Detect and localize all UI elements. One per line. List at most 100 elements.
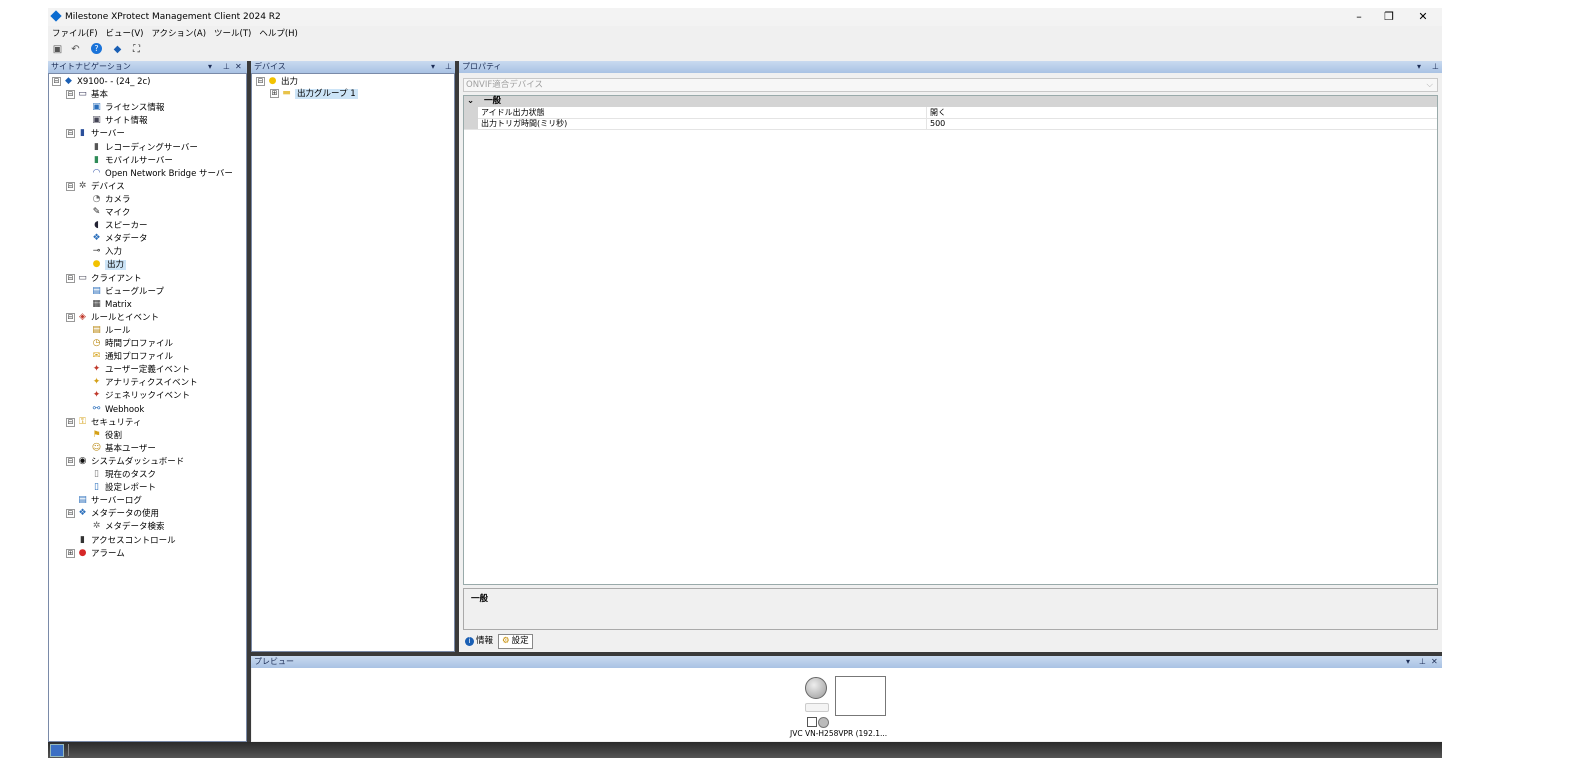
- tree-item[interactable]: ⊟ ▭ 基本: [66, 89, 108, 102]
- tree-item[interactable]: ◔ カメラ: [91, 194, 131, 207]
- pane-pin-icon[interactable]: ⊥: [223, 61, 230, 73]
- tree-item[interactable]: ⊟ ⚿ セキュリティ: [66, 417, 142, 430]
- tree-item[interactable]: ⚯ Webhook: [91, 404, 145, 417]
- folder-icon: ▬: [282, 88, 291, 98]
- tree-item[interactable]: ▦ Matrix: [91, 299, 132, 312]
- tree-item[interactable]: ✦ ジェネリックイベント: [91, 390, 190, 403]
- collapse-icon[interactable]: ⊟: [66, 129, 75, 139]
- tree-item[interactable]: ▣ サイト情報: [91, 115, 147, 128]
- client-icon: ▭: [78, 272, 87, 283]
- tree-item[interactable]: ⊟ ◉ システムダッシュボード: [66, 456, 184, 469]
- tree-item[interactable]: ⊟ ▭ クライアント: [66, 273, 142, 286]
- find-icon[interactable]: ⛶: [130, 43, 143, 56]
- preview-thumbnail[interactable]: [835, 676, 886, 716]
- restore-button[interactable]: ❐: [1374, 10, 1404, 24]
- save-icon[interactable]: ▣: [51, 43, 64, 56]
- collapse-icon[interactable]: ⊟: [52, 77, 61, 86]
- row-gutter: [464, 107, 478, 118]
- tree-item-label: 入力: [105, 247, 123, 258]
- menu-action[interactable]: アクション(A): [147, 27, 210, 41]
- tree-item[interactable]: ▯ 設定レポート: [91, 482, 156, 495]
- tree-item[interactable]: ▯ 現在のタスク: [91, 469, 156, 482]
- tree-item[interactable]: ⚑ 役割: [91, 430, 122, 443]
- tree-item[interactable]: ✎ マイク: [91, 207, 131, 220]
- preview-device-label: JVC VN-H258VPR (192.1...: [790, 729, 888, 738]
- tree-item[interactable]: ▮ レコーディングサーバー: [91, 142, 198, 155]
- pane-dropdown-icon[interactable]: ▾: [1406, 656, 1410, 668]
- device-type-combo[interactable]: ONVIF適合デバイス ⌵: [463, 78, 1438, 92]
- close-window-button[interactable]: ✕: [1408, 10, 1438, 24]
- minimize-button[interactable]: –: [1344, 10, 1374, 24]
- output-indicator-icon[interactable]: [805, 677, 827, 699]
- tree-item[interactable]: ▮ アクセスコントロール: [77, 535, 176, 548]
- tree-item[interactable]: ⊟ ❖ メタデータの使用: [66, 508, 159, 521]
- pane-pin-icon[interactable]: ⊥: [1419, 656, 1426, 668]
- collapse-icon[interactable]: ⊟: [66, 456, 75, 466]
- help-icon[interactable]: ?: [91, 43, 102, 54]
- tab-settings[interactable]: ⚙ 設定: [498, 634, 533, 649]
- tree-item[interactable]: ✦ アナリティクスイベント: [91, 377, 198, 390]
- recording-server-icon: ▮: [94, 141, 99, 152]
- expand-icon[interactable]: ⊞: [270, 89, 279, 98]
- category-row[interactable]: ⌄ 一般: [464, 96, 1437, 107]
- tree-item-label: Matrix: [105, 299, 132, 310]
- taskbar-app-icon[interactable]: [50, 744, 64, 757]
- property-row[interactable]: 出力トリガ時間(ミリ秒) 500: [464, 118, 1437, 130]
- tab-info[interactable]: i 情報: [462, 635, 496, 648]
- tree-item[interactable]: ✉ 通知プロファイル: [91, 351, 173, 364]
- output-trigger-button[interactable]: [805, 703, 829, 712]
- collapse-icon[interactable]: ⊟: [66, 417, 75, 427]
- microphone-icon: ✎: [92, 207, 101, 217]
- tree-item[interactable]: ⊞ ▬ 出力グループ 1: [270, 88, 358, 101]
- view-group-icon: ▤: [92, 285, 101, 296]
- undo-icon[interactable]: ↶: [69, 43, 82, 56]
- pane-close-icon[interactable]: ✕: [235, 61, 242, 73]
- tree-item[interactable]: ● 出力: [91, 259, 127, 272]
- tree-item[interactable]: ⊟ ▮ サーバー: [66, 128, 125, 141]
- tree-item[interactable]: ⊟ ◆ X9100- - (24_ 2c): [52, 76, 150, 89]
- pane-dropdown-icon[interactable]: ▾: [208, 61, 212, 73]
- tree-item-label: ジェネリックイベント: [105, 391, 191, 402]
- menu-file[interactable]: ファイル(F): [48, 27, 102, 41]
- tree-item[interactable]: ▮ モバイルサーバー: [91, 155, 173, 168]
- property-value[interactable]: 開く: [926, 107, 946, 118]
- tree-item[interactable]: ⊸ 入力: [91, 246, 122, 259]
- tree-item[interactable]: ▣ ライセンス情報: [91, 102, 164, 115]
- collapse-icon[interactable]: ⊟: [66, 312, 75, 322]
- tree-item[interactable]: ▤ サーバーログ: [77, 495, 142, 508]
- collapse-icon[interactable]: ⊟: [256, 77, 265, 86]
- collapse-icon[interactable]: ⊟: [66, 509, 75, 519]
- tree-item[interactable]: ◖ スピーカー: [91, 220, 147, 233]
- tree-item[interactable]: ◷ 時間プロファイル: [91, 338, 173, 351]
- pane-close-icon[interactable]: ✕: [1431, 656, 1438, 668]
- tree-item-label: Webhook: [105, 404, 145, 415]
- collapse-icon[interactable]: ⊟: [66, 181, 75, 191]
- tree-item[interactable]: ▤ ビューグループ: [91, 286, 164, 299]
- expand-icon[interactable]: ⊞: [66, 548, 75, 558]
- menu-help[interactable]: ヘルプ(H): [255, 27, 302, 41]
- tree-item[interactable]: ✲ メタデータ検索: [91, 521, 165, 534]
- tree-item-label: レコーディングサーバー: [105, 142, 198, 153]
- pane-pin-icon[interactable]: ⊥: [445, 61, 452, 73]
- pane-dropdown-icon[interactable]: ▾: [431, 61, 435, 73]
- tree-item[interactable]: ◠ Open Network Bridge サーバー: [91, 168, 233, 181]
- tree-item[interactable]: ⊞ ● アラーム: [66, 548, 125, 561]
- collapse-icon[interactable]: ⊟: [66, 273, 75, 283]
- pane-dropdown-icon[interactable]: ▾: [1417, 61, 1421, 73]
- status-bar: [48, 742, 1442, 758]
- collapse-icon[interactable]: ⊟: [66, 90, 75, 100]
- tree-item[interactable]: ✦ ユーザー定義イベント: [91, 364, 190, 377]
- tree-item[interactable]: ☺ 基本ユーザー: [91, 443, 156, 456]
- connect-icon[interactable]: ◆: [111, 43, 124, 56]
- collapse-chevron-icon[interactable]: ⌄: [467, 96, 474, 107]
- tree-item[interactable]: ⊟ ◈ ルールとイベント: [66, 312, 159, 325]
- preview-checkbox[interactable]: [807, 717, 817, 727]
- tree-item-label: マイク: [105, 208, 131, 218]
- menu-tools[interactable]: ツール(T): [210, 27, 255, 41]
- menu-view[interactable]: ビュー(V): [102, 27, 148, 41]
- pane-pin-icon[interactable]: ⊥: [1432, 61, 1439, 73]
- property-value[interactable]: 500: [926, 118, 945, 129]
- tree-item[interactable]: ❖ メタデータ: [91, 233, 147, 246]
- tree-item[interactable]: ⊟ ✲ デバイス: [66, 181, 125, 194]
- tree-item[interactable]: ▤ ルール: [91, 325, 130, 338]
